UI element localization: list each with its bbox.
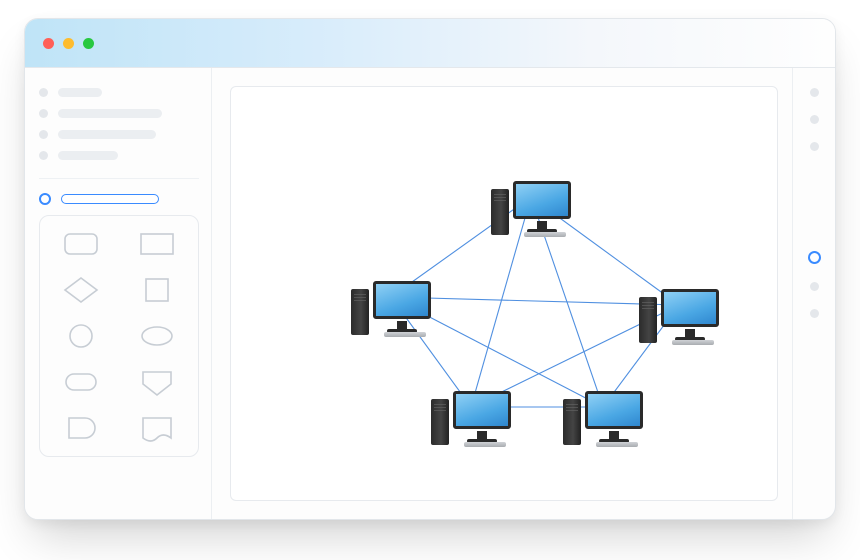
circle-icon: [63, 322, 99, 350]
pc-monitor-icon: [453, 391, 511, 445]
rail-item[interactable]: [810, 282, 819, 291]
shape-capsule[interactable]: [60, 366, 102, 398]
bullet-icon: [39, 130, 48, 139]
rail-item[interactable]: [810, 142, 819, 151]
nav-list: [39, 82, 199, 164]
shape-ellipse[interactable]: [136, 320, 178, 352]
rail-item-active[interactable]: [808, 251, 821, 264]
shape-rounded-rectangle[interactable]: [60, 228, 102, 260]
nav-item[interactable]: [39, 88, 199, 97]
pc-tower-icon: [639, 297, 657, 343]
shape-document[interactable]: [136, 412, 178, 444]
pc-monitor-icon: [373, 281, 431, 335]
shape-square[interactable]: [136, 274, 178, 306]
document-icon: [139, 414, 175, 442]
nav-item-label-placeholder: [61, 194, 159, 204]
diamond-icon: [63, 276, 99, 304]
close-icon[interactable]: [43, 38, 54, 49]
rail-item[interactable]: [810, 88, 819, 97]
shape-rectangle[interactable]: [136, 228, 178, 260]
sidebar-divider: [39, 178, 199, 179]
shape-d-shape[interactable]: [60, 412, 102, 444]
left-sidebar: [25, 68, 212, 519]
computer-node[interactable]: [485, 159, 577, 235]
pc-monitor-icon: [513, 181, 571, 235]
nav-item[interactable]: [39, 109, 199, 118]
bullet-icon: [39, 88, 48, 97]
bullet-icon: [39, 193, 51, 205]
bullet-icon: [39, 109, 48, 118]
app-window: [24, 18, 836, 520]
pc-monitor-icon: [661, 289, 719, 343]
nav-item-label-placeholder: [58, 151, 118, 160]
rectangle-icon: [139, 230, 175, 258]
ellipse-icon: [139, 322, 175, 350]
computer-node[interactable]: [557, 369, 649, 445]
rail-item[interactable]: [810, 309, 819, 318]
nav-item-active[interactable]: [39, 193, 199, 205]
rail-item[interactable]: [810, 115, 819, 124]
nav-item-label-placeholder: [58, 130, 156, 139]
pc-tower-icon: [491, 189, 509, 235]
capsule-icon: [63, 368, 99, 396]
shape-palette: [39, 215, 199, 457]
nav-item[interactable]: [39, 151, 199, 160]
pc-tower-icon: [563, 399, 581, 445]
shape-diamond[interactable]: [60, 274, 102, 306]
titlebar: [25, 19, 835, 68]
rounded-rectangle-icon: [63, 230, 99, 258]
nav-item-label-placeholder: [58, 109, 162, 118]
pc-tower-icon: [351, 289, 369, 335]
window-controls: [43, 38, 94, 49]
shape-circle[interactable]: [60, 320, 102, 352]
diagram-canvas[interactable]: [230, 86, 778, 501]
shape-pentagon-down[interactable]: [136, 366, 178, 398]
canvas-area: [212, 68, 792, 519]
pentagon-down-icon: [139, 368, 175, 396]
computer-node[interactable]: [425, 369, 517, 445]
bullet-icon: [39, 151, 48, 160]
nav-item[interactable]: [39, 130, 199, 139]
computer-node[interactable]: [345, 259, 437, 335]
minimize-icon[interactable]: [63, 38, 74, 49]
pc-tower-icon: [431, 399, 449, 445]
d-shape-icon: [63, 414, 99, 442]
pc-monitor-icon: [585, 391, 643, 445]
zoom-icon[interactable]: [83, 38, 94, 49]
computer-node[interactable]: [633, 267, 725, 343]
nav-item-label-placeholder: [58, 88, 102, 97]
square-icon: [139, 276, 175, 304]
right-rail: [792, 68, 835, 519]
